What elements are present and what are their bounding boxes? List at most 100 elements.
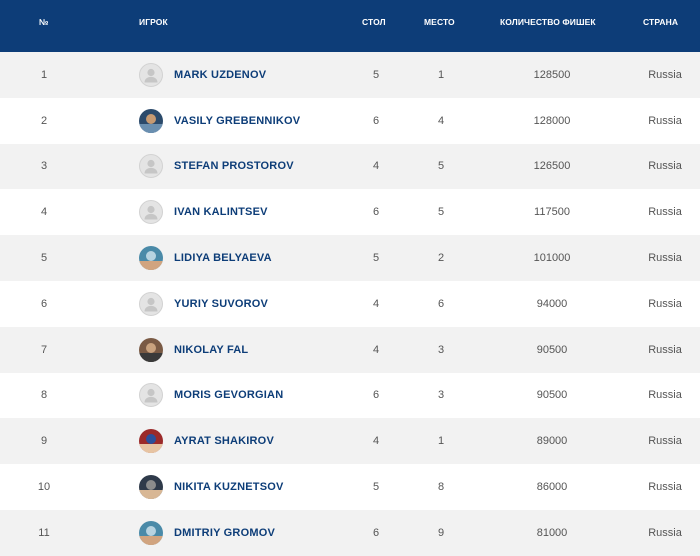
header-chips: КОЛИЧЕСТВО ФИШЕК [500, 17, 596, 27]
country: Russia [648, 526, 682, 539]
chip-count: 128500 [533, 68, 571, 81]
player-avatar-photo [139, 429, 163, 454]
country: Russia [648, 114, 682, 127]
player-avatar-photo [139, 108, 163, 133]
player-cell[interactable]: YURIY SUVOROV [139, 291, 268, 316]
row-number: 10 [37, 481, 51, 494]
player-cell[interactable]: VASILY GREBENNIKOV [139, 108, 300, 133]
placeholder-user-icon [139, 200, 163, 225]
table-row[interactable]: 6 YURIY SUVOROV 4 6 94000 Russia [0, 280, 700, 327]
player-avatar-photo [139, 520, 163, 545]
placeholder-user-icon [139, 154, 163, 179]
chip-count: 89000 [536, 435, 568, 448]
chip-count: 86000 [536, 481, 568, 494]
player-name-link[interactable]: STEFAN PROSTOROV [174, 160, 294, 172]
chip-count: 81000 [536, 526, 568, 539]
row-number: 2 [40, 114, 48, 127]
player-name-link[interactable]: IVAN KALINTSEV [174, 206, 268, 218]
player-cell[interactable]: NIKOLAY FAL [139, 337, 248, 362]
placeholder-user-icon [139, 383, 163, 408]
player-cell[interactable]: IVAN KALINTSEV [139, 200, 268, 225]
seat-number: 3 [437, 389, 445, 402]
chip-count: 101000 [533, 252, 571, 265]
player-cell[interactable]: MARK UZDENOV [139, 62, 266, 87]
row-number: 6 [40, 297, 48, 310]
row-number: 11 [38, 526, 50, 539]
player-cell[interactable]: NIKITA KUZNETSOV [139, 475, 284, 500]
country: Russia [648, 252, 682, 265]
country: Russia [648, 206, 682, 219]
player-name-link[interactable]: MORIS GEVORGIAN [174, 389, 283, 401]
player-name-link[interactable]: AYRAT SHAKIROV [174, 435, 274, 447]
player-cell[interactable]: MORIS GEVORGIAN [139, 383, 283, 408]
player-avatar-photo [139, 246, 163, 271]
table-row[interactable]: 9 AYRAT SHAKIROV 4 1 89000 Russia [0, 418, 700, 465]
chip-count: 128000 [533, 114, 571, 127]
player-cell[interactable]: AYRAT SHAKIROV [139, 429, 274, 454]
leaderboard-table: № ИГРОК СТОЛ МЕСТО КОЛИЧЕСТВО ФИШЕК СТРА… [0, 0, 700, 556]
country: Russia [648, 435, 682, 448]
table-number: 5 [372, 481, 380, 494]
player-cell[interactable]: DMITRIY GROMOV [139, 520, 275, 545]
seat-number: 8 [437, 481, 445, 494]
seat-number: 6 [437, 297, 445, 310]
table-number: 6 [372, 389, 380, 402]
player-name-link[interactable]: LIDIYA BELYAEVA [174, 252, 272, 264]
table-row[interactable]: 1 MARK UZDENOV 5 1 128500 Russia [0, 52, 700, 98]
table-header: № ИГРОК СТОЛ МЕСТО КОЛИЧЕСТВО ФИШЕК СТРА… [0, 0, 700, 52]
row-number: 8 [40, 389, 48, 402]
header-table: СТОЛ [362, 17, 386, 27]
table-number: 4 [372, 343, 380, 356]
player-name-link[interactable]: MARK UZDENOV [174, 69, 266, 81]
row-number: 1 [40, 68, 48, 81]
player-name-link[interactable]: NIKOLAY FAL [174, 344, 248, 356]
player-cell[interactable]: LIDIYA BELYAEVA [139, 246, 272, 271]
player-name-link[interactable]: VASILY GREBENNIKOV [174, 115, 300, 127]
chip-count: 90500 [536, 389, 568, 402]
player-avatar-photo [139, 337, 163, 362]
header-country: СТРАНА [643, 17, 679, 27]
seat-number: 1 [437, 435, 445, 448]
player-avatar-photo [139, 475, 163, 500]
chip-count: 94000 [536, 297, 568, 310]
table-number: 6 [372, 526, 380, 539]
table-row[interactable]: 8 MORIS GEVORGIAN 6 3 90500 Russia [0, 372, 700, 419]
table-row[interactable]: 5 LIDIYA BELYAEVA 5 2 101000 Russia [0, 235, 700, 281]
row-number: 7 [40, 343, 48, 356]
table-number: 6 [372, 114, 380, 127]
chip-count: 90500 [536, 343, 568, 356]
header-num: № [39, 17, 49, 27]
table-number: 5 [372, 68, 380, 81]
placeholder-user-icon [139, 291, 163, 316]
seat-number: 5 [437, 160, 445, 173]
table-number: 4 [372, 160, 380, 173]
country: Russia [648, 160, 682, 173]
country: Russia [648, 481, 682, 494]
seat-number: 1 [437, 68, 445, 81]
table-row[interactable]: 4 IVAN KALINTSEV 6 5 117500 Russia [0, 189, 700, 236]
table-row[interactable]: 10 NIKITA KUZNETSOV 5 8 86000 Russia [0, 464, 700, 510]
seat-number: 4 [437, 114, 445, 127]
table-number: 4 [372, 435, 380, 448]
table-row[interactable]: 7 NIKOLAY FAL 4 3 90500 Russia [0, 326, 700, 373]
player-name-link[interactable]: YURIY SUVOROV [174, 298, 268, 310]
seat-number: 5 [437, 206, 445, 219]
row-number: 4 [40, 206, 48, 219]
country: Russia [648, 68, 682, 81]
table-row[interactable]: 2 VASILY GREBENNIKOV 6 4 128000 Russia [0, 97, 700, 144]
header-player: ИГРОК [139, 17, 168, 27]
player-cell[interactable]: STEFAN PROSTOROV [139, 154, 294, 179]
header-place: МЕСТО [424, 17, 455, 27]
country: Russia [648, 389, 682, 402]
seat-number: 2 [437, 252, 445, 265]
player-name-link[interactable]: NIKITA KUZNETSOV [174, 481, 284, 493]
seat-number: 3 [437, 343, 445, 356]
player-name-link[interactable]: DMITRIY GROMOV [174, 527, 275, 539]
table-number: 4 [372, 297, 380, 310]
chip-count: 117500 [534, 206, 570, 219]
chip-count: 126500 [533, 160, 571, 173]
row-number: 5 [40, 252, 48, 265]
table-row[interactable]: 11 DMITRIY GROMOV 6 9 81000 Russia [0, 509, 700, 556]
table-row[interactable]: 3 STEFAN PROSTOROV 4 5 126500 Russia [0, 143, 700, 190]
table-number: 6 [372, 206, 380, 219]
